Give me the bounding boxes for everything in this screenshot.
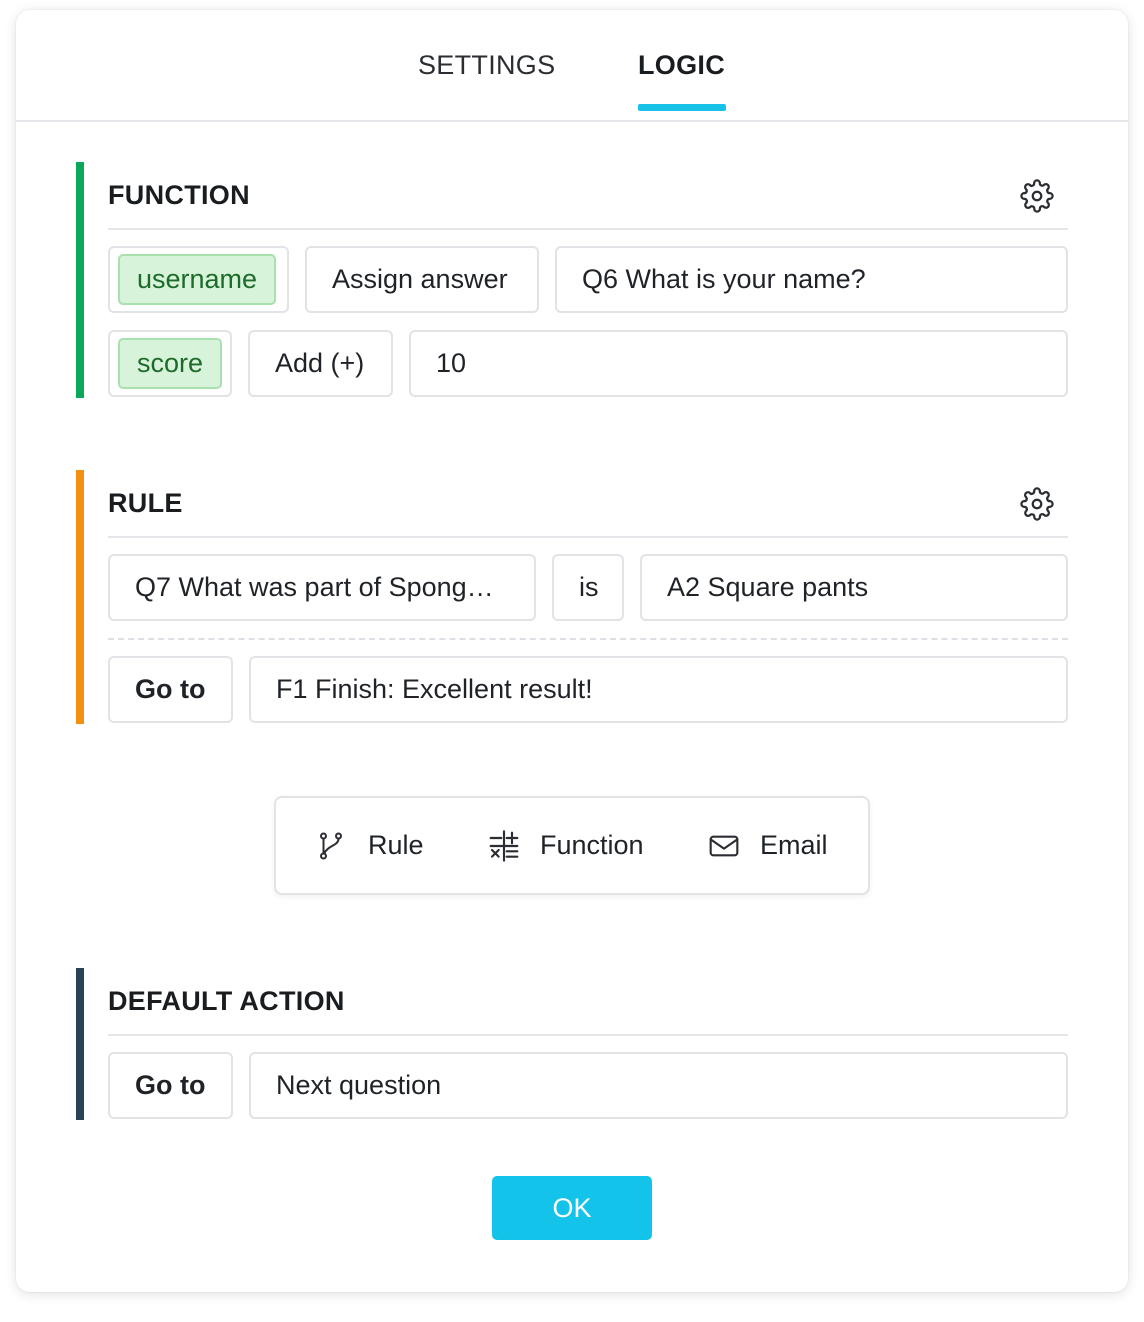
add-function-label: Function	[540, 830, 644, 860]
default-accent-bar	[76, 968, 84, 1120]
variable-select-username[interactable]: username	[108, 246, 289, 313]
operation-select[interactable]: Add (+)	[248, 330, 393, 397]
tab-settings[interactable]: SETTINGS	[418, 50, 555, 81]
calculator-icon	[489, 830, 519, 862]
variable-select-score[interactable]: score	[108, 330, 232, 397]
add-email-label: Email	[760, 830, 828, 860]
branch-icon	[320, 832, 342, 860]
default-action-section: DEFAULT ACTION Go to Next question	[76, 968, 1068, 1120]
default-target-select[interactable]: Next question	[249, 1052, 1068, 1119]
condition-question-select[interactable]: Q7 What was part of Spong…	[108, 554, 536, 621]
condition-operator-select[interactable]: is	[552, 554, 624, 621]
function-header: FUNCTION	[108, 162, 1068, 230]
default-action-select[interactable]: Go to	[108, 1052, 233, 1119]
value-select[interactable]: Q6 What is your name?	[555, 246, 1068, 313]
function-section: FUNCTION username Assign answer Q6 What …	[76, 162, 1068, 398]
rule-target-select[interactable]: F1 Finish: Excellent result!	[249, 656, 1068, 723]
function-title: FUNCTION	[108, 180, 250, 210]
add-logic-toolbar: Rule Function Email	[274, 796, 870, 895]
rule-section: RULE Q7 What was part of Spong… is A2 Sq…	[76, 470, 1068, 724]
rule-header: RULE	[108, 470, 1068, 538]
rule-accent-bar	[76, 470, 84, 724]
add-email-button[interactable]: Email	[708, 828, 848, 866]
add-rule-label: Rule	[368, 830, 424, 860]
variable-chip: score	[118, 338, 223, 389]
gear-icon[interactable]	[1020, 487, 1054, 521]
operation-select[interactable]: Assign answer	[305, 246, 539, 313]
ok-button[interactable]: OK	[492, 1176, 652, 1240]
gear-icon[interactable]	[1020, 179, 1054, 213]
condition-answer-select[interactable]: A2 Square pants	[640, 554, 1068, 621]
envelope-icon	[709, 835, 739, 857]
variable-chip: username	[118, 254, 277, 305]
tab-logic[interactable]: LOGIC	[638, 50, 725, 81]
add-rule-button[interactable]: Rule	[316, 828, 436, 866]
default-action-header: DEFAULT ACTION	[108, 968, 1068, 1036]
value-input[interactable]: 10	[409, 330, 1068, 397]
default-action-title: DEFAULT ACTION	[108, 986, 345, 1016]
rule-action-select[interactable]: Go to	[108, 656, 233, 723]
logic-dialog: SETTINGS LOGIC FUNCTION username Assign …	[16, 10, 1128, 1292]
rule-title: RULE	[108, 488, 183, 518]
active-tab-indicator	[638, 104, 726, 111]
rule-divider	[108, 638, 1068, 640]
function-accent-bar	[76, 162, 84, 398]
tab-bar: SETTINGS LOGIC	[16, 10, 1128, 122]
add-function-button[interactable]: Function	[488, 828, 658, 866]
